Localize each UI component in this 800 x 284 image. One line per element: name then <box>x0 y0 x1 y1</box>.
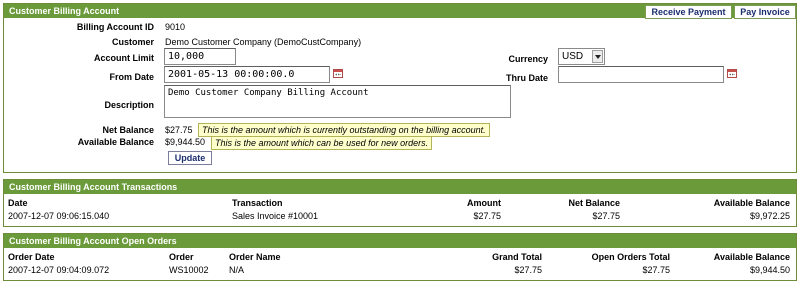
cell-order[interactable]: WS10002 <box>169 264 209 276</box>
cell-net-balance: $27.75 <box>592 211 620 221</box>
description-label: Description <box>104 100 154 110</box>
open-orders-title: Customer Billing Account Open Orders <box>9 236 177 246</box>
thru-date-input[interactable] <box>558 66 724 83</box>
customer-value: Demo Customer Company (DemoCustCompany) <box>165 37 362 47</box>
net-balance-hint: This is the amount which is currently ou… <box>198 123 490 137</box>
col-amount: Amount <box>467 198 501 208</box>
pay-invoice-button[interactable]: Pay Invoice <box>734 5 796 19</box>
from-date-label: From Date <box>109 72 154 82</box>
cell-amount: $27.75 <box>473 211 501 221</box>
open-orders-header: Customer Billing Account Open Orders <box>4 234 796 248</box>
cell-grand-total: $27.75 <box>514 265 542 275</box>
available-balance-hint: This is the amount which can be used for… <box>211 136 433 150</box>
cell-available-balance: $9,944.50 <box>749 265 790 275</box>
cell-available-balance: $9,972.25 <box>749 211 790 221</box>
from-date-input[interactable]: 2001-05-13 00:00:00.0 <box>164 66 330 83</box>
available-balance-value: $9,944.50 <box>165 137 206 147</box>
billing-account-id-value: 9010 <box>165 22 186 32</box>
cell-transaction: Sales Invoice #10001 <box>232 211 319 221</box>
transactions-header: Customer Billing Account Transactions <box>4 180 796 194</box>
col-net-balance: Net Balance <box>568 198 620 208</box>
col-grand-total: Grand Total <box>492 252 542 262</box>
account-limit-label: Account Limit <box>94 53 154 63</box>
col-order-date: Order Date <box>8 252 55 262</box>
account-limit-input[interactable]: 10,000 <box>164 48 236 65</box>
transactions-panel: Customer Billing Account Transactions Da… <box>3 179 797 227</box>
col-transaction: Transaction <box>232 198 283 208</box>
cell-open-orders-total: $27.75 <box>642 265 670 275</box>
open-orders-panel: Customer Billing Account Open Orders Ord… <box>3 233 797 281</box>
col-available-balance: Available Balance <box>713 252 790 262</box>
from-date-calendar-icon[interactable] <box>333 69 343 78</box>
chevron-down-icon <box>592 50 603 63</box>
currency-select-value: USD <box>562 51 584 62</box>
col-order-name: Order Name <box>229 252 281 262</box>
col-open-orders-total: Open Orders Total <box>591 252 670 262</box>
cell-date: 2007-12-07 09:06:15.040 <box>8 211 110 221</box>
thru-date-label: Thru Date <box>505 73 548 83</box>
cell-order-name: N/A <box>229 265 245 275</box>
available-balance-label: Available Balance <box>77 137 154 147</box>
col-order: Order <box>169 252 194 262</box>
receive-payment-button[interactable]: Receive Payment <box>645 5 732 19</box>
col-date: Date <box>8 198 28 208</box>
customer-label: Customer <box>111 37 154 47</box>
billing-account-title: Customer Billing Account <box>9 6 120 16</box>
cell-order-date: 2007-12-07 09:04:09.072 <box>8 265 110 275</box>
thru-date-calendar-icon[interactable] <box>727 69 737 78</box>
currency-label: Currency <box>508 54 548 64</box>
net-balance-label: Net Balance <box>102 125 154 135</box>
transactions-title: Customer Billing Account Transactions <box>9 182 178 192</box>
col-available-balance: Available Balance <box>713 198 790 208</box>
billing-account-id-label: Billing Account ID <box>76 22 154 32</box>
update-button[interactable]: Update <box>168 151 212 165</box>
description-textarea[interactable]: Demo Customer Company Billing Account <box>164 85 511 118</box>
billing-account-panel: Customer Billing Account Receive Payment… <box>3 3 797 173</box>
net-balance-value: $27.75 <box>165 125 193 135</box>
currency-select[interactable]: USD <box>558 48 605 65</box>
